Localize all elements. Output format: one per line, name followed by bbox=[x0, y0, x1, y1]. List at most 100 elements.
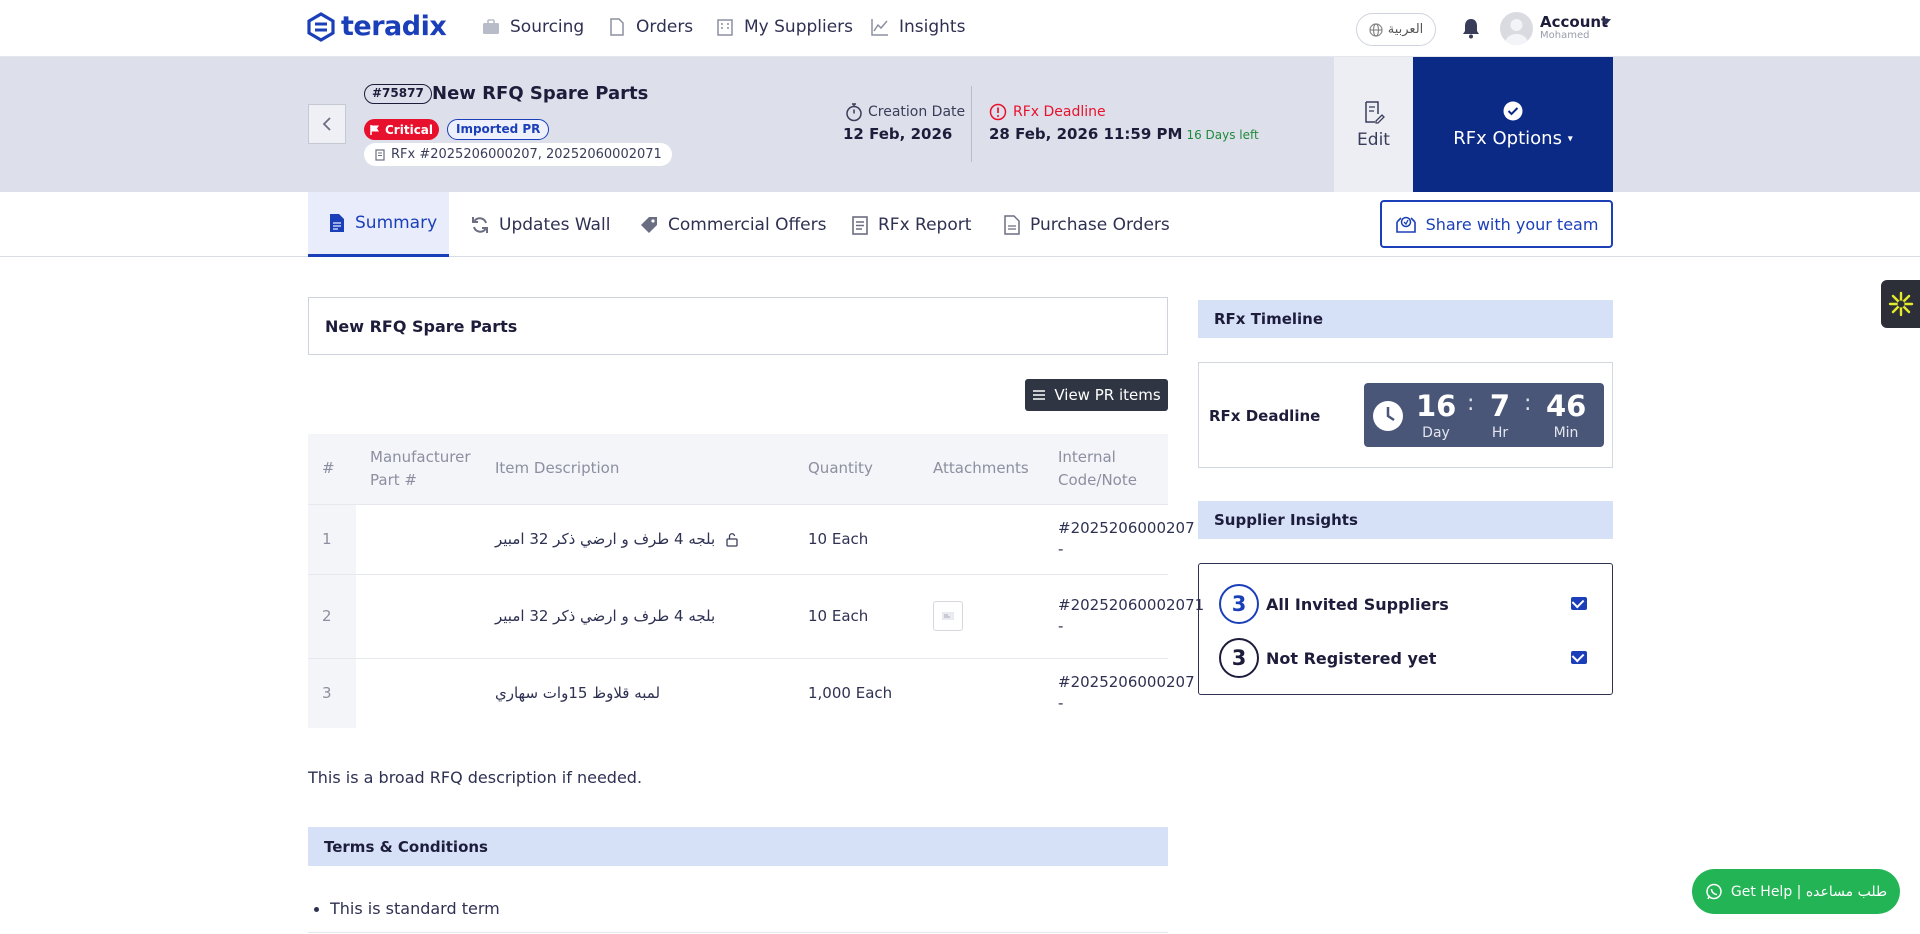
internal-code: #2025206000207 bbox=[1058, 519, 1195, 537]
flag-icon bbox=[370, 124, 379, 135]
globe-icon bbox=[1369, 22, 1383, 37]
rfq-header bbox=[0, 57, 1920, 192]
language-switch[interactable]: العربية bbox=[1356, 13, 1436, 46]
view-pr-items-button[interactable]: View PR items bbox=[1025, 379, 1168, 411]
rfq-description: This is a broad RFQ description if neede… bbox=[308, 768, 643, 787]
row-number: 1 bbox=[308, 503, 356, 574]
get-help-button[interactable]: Get Help | طلب مساعده bbox=[1692, 869, 1900, 914]
back-button[interactable] bbox=[308, 104, 346, 144]
rfq-title: New RFQ Spare Parts bbox=[432, 83, 649, 104]
invited-count: 3 bbox=[1219, 584, 1259, 624]
floating-widget-button[interactable] bbox=[1881, 280, 1920, 328]
briefcase-icon bbox=[483, 19, 499, 34]
rfx-options-label: RFx Options bbox=[1453, 127, 1562, 149]
tab-commercial-offers[interactable]: Commercial Offers bbox=[639, 192, 826, 257]
supplier-insights-title: Supplier Insights bbox=[1198, 501, 1613, 539]
supplier-insights-card: 3 All Invited Suppliers 3 Not Registered… bbox=[1198, 563, 1613, 695]
column-header: Item Description bbox=[481, 434, 794, 504]
chevron-left-icon bbox=[322, 117, 331, 131]
account-user: Mohamed bbox=[1540, 30, 1590, 41]
mail-icon[interactable] bbox=[1571, 651, 1587, 664]
edit-label: Edit bbox=[1357, 129, 1390, 150]
tab-updates-wall[interactable]: Updates Wall bbox=[470, 192, 610, 257]
item-description: بلجه 4 طرف و ارضي ذكر 32 امبير bbox=[495, 530, 716, 548]
internal-code-cell: #2025206000207 - bbox=[1044, 503, 1195, 574]
unlock-icon bbox=[726, 533, 738, 547]
insight-label: All Invited Suppliers bbox=[1266, 594, 1449, 614]
mail-icon[interactable] bbox=[1571, 597, 1587, 610]
countdown-days: 16 bbox=[1416, 389, 1457, 423]
alert-circle-icon bbox=[989, 103, 1007, 121]
internal-note: - bbox=[1058, 540, 1064, 558]
item-attachments bbox=[919, 503, 1044, 574]
internal-code-cell: #20252060002071 - bbox=[1044, 573, 1204, 658]
sparkle-icon bbox=[1888, 291, 1913, 317]
imported-pr-badge: Imported PR bbox=[447, 119, 550, 140]
items-table: # Manufacturer Part # Item Description Q… bbox=[308, 434, 1204, 728]
nav-my-suppliers[interactable]: My Suppliers bbox=[715, 17, 853, 37]
terms-title: Terms & Conditions bbox=[308, 827, 1168, 866]
chevron-down-icon[interactable] bbox=[1601, 19, 1611, 25]
insight-not-registered[interactable]: 3 Not Registered yet bbox=[1219, 638, 1436, 678]
column-header: Attachments bbox=[919, 434, 1044, 504]
item-description: لمبه قلاوظ 15وات سهاري bbox=[481, 657, 794, 728]
tab-rfx-report[interactable]: RFx Report bbox=[851, 192, 971, 257]
deadline-label: RFx Deadline bbox=[1013, 104, 1106, 120]
image-file-icon bbox=[942, 612, 954, 620]
header-divider bbox=[971, 86, 972, 162]
deadline-countdown-card: RFx Deadline 16 Day : 7 Hr : 46 Min bbox=[1198, 362, 1613, 468]
rfx-reference-text: RFx #2025206000207, 20252060002071 bbox=[391, 147, 662, 162]
document-icon bbox=[1004, 214, 1020, 235]
item-quantity: 1,000 Each bbox=[794, 657, 919, 728]
insight-label: Not Registered yet bbox=[1266, 648, 1437, 668]
tab-purchase-orders[interactable]: Purchase Orders bbox=[1003, 192, 1170, 257]
stopwatch-icon bbox=[846, 103, 862, 122]
terms-item: This is standard term bbox=[308, 899, 1168, 933]
tag-icon bbox=[641, 216, 657, 233]
item-quantity: 10 Each bbox=[794, 573, 919, 658]
edit-button[interactable]: Edit bbox=[1334, 57, 1413, 192]
nav-orders[interactable]: Orders bbox=[607, 17, 693, 37]
attachment-thumbnail[interactable] bbox=[933, 601, 963, 631]
countdown-hours: 7 bbox=[1489, 389, 1511, 423]
countdown-days-unit: Day bbox=[1422, 425, 1450, 441]
share-with-team-button[interactable]: Share with your team bbox=[1380, 200, 1613, 248]
countdown-minutes-unit: Min bbox=[1553, 425, 1579, 441]
countdown-timer: 16 Day : 7 Hr : 46 Min bbox=[1364, 383, 1604, 447]
brand-name: teradix bbox=[341, 11, 447, 42]
nav-insights[interactable]: Insights bbox=[870, 17, 965, 37]
help-label: Get Help | طلب مساعده bbox=[1730, 883, 1888, 900]
colon-separator: : bbox=[1467, 391, 1475, 416]
manufacturer-part bbox=[356, 657, 481, 728]
brand-logo[interactable]: teradix bbox=[307, 11, 447, 42]
internal-note: - bbox=[1058, 694, 1064, 713]
share-inbox-icon bbox=[1395, 216, 1416, 233]
table-row: 3 لمبه قلاوظ 15وات سهاري 1,000 Each #202… bbox=[308, 657, 1195, 728]
tab-summary[interactable]: Summary bbox=[308, 192, 449, 257]
clock-icon bbox=[1373, 401, 1403, 431]
rfx-reference: RFx #2025206000207, 20252060002071 bbox=[364, 143, 672, 166]
column-header: Internal Code/Note bbox=[1044, 434, 1168, 504]
item-attachments bbox=[919, 573, 1044, 658]
internal-note: - bbox=[1058, 617, 1064, 635]
teradix-logo-icon bbox=[307, 11, 335, 42]
user-avatar-icon bbox=[1505, 19, 1528, 45]
share-label: Share with your team bbox=[1425, 214, 1599, 234]
countdown-label: RFx Deadline bbox=[1209, 407, 1321, 425]
table-row: 2 بلجه 4 طرف و ارضي ذكر 32 امبير 10 Each… bbox=[308, 573, 1204, 658]
avatar[interactable] bbox=[1500, 12, 1533, 45]
insight-all-invited[interactable]: 3 All Invited Suppliers bbox=[1219, 584, 1449, 624]
account-label[interactable]: Account bbox=[1540, 13, 1608, 31]
rfx-options-button[interactable]: RFx Options ▾ bbox=[1413, 57, 1613, 192]
nav-sourcing[interactable]: Sourcing bbox=[481, 17, 584, 37]
building-icon bbox=[717, 19, 733, 36]
row-number: 2 bbox=[308, 573, 356, 658]
item-attachments bbox=[919, 657, 1044, 728]
top-navbar: teradix Sourcing Orders My Suppliers Ins… bbox=[0, 0, 1920, 57]
creation-date-label: Creation Date bbox=[868, 104, 966, 120]
bell-icon[interactable] bbox=[1459, 16, 1483, 40]
caret-down-icon: ▾ bbox=[1567, 133, 1573, 144]
column-header: Quantity bbox=[794, 434, 919, 504]
tab-label: RFx Report bbox=[878, 214, 972, 235]
tab-label: Commercial Offers bbox=[668, 214, 827, 235]
